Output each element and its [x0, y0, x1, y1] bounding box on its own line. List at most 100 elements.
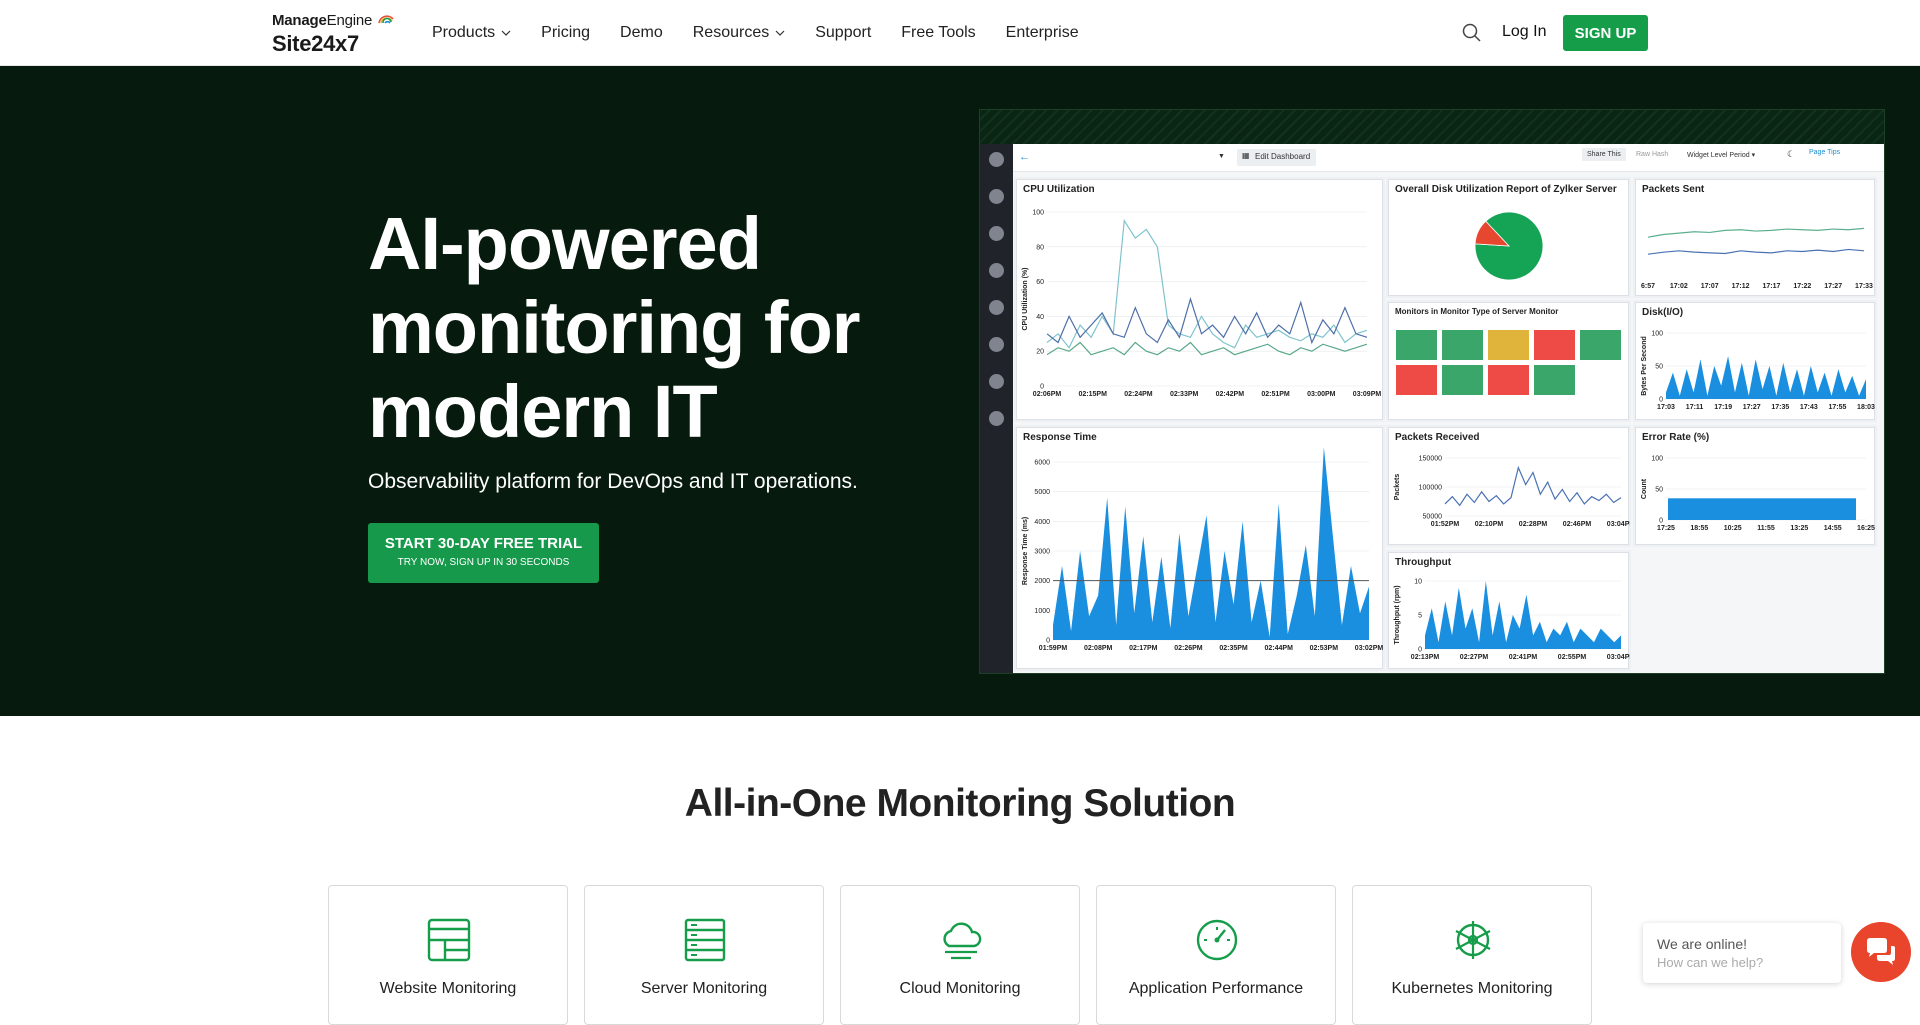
- y-tick-label: 0: [1659, 397, 1663, 404]
- signup-button[interactable]: SIGN UP: [1563, 15, 1648, 51]
- menu-enterprise[interactable]: Enterprise: [1006, 24, 1079, 42]
- x-tick-label: 01:52PM: [1431, 521, 1460, 528]
- x-tick-label: 17:43: [1800, 404, 1818, 411]
- menu-resources[interactable]: Resources: [693, 24, 785, 42]
- x-tick-label: 03:00PM: [1307, 391, 1336, 398]
- hero-headline: AI-powered monitoring for modern IT: [368, 202, 861, 453]
- y-tick-label: 3000: [1034, 549, 1050, 556]
- share-button[interactable]: Share This: [1582, 148, 1626, 161]
- y-axis-label: CPU Utilization (%): [1022, 268, 1029, 331]
- section-title: All-in-One Monitoring Solution: [684, 782, 1236, 825]
- edit-dashboard-button[interactable]: ▦ Edit Dashboard: [1237, 149, 1317, 166]
- x-tick-label: 18:55: [1690, 525, 1708, 532]
- y-tick-label: 80: [1036, 244, 1044, 251]
- card-label: Server Monitoring: [640, 980, 768, 997]
- site24x7-logo[interactable]: ManageEngine Site24x7: [272, 9, 402, 57]
- sidebar-nav-icon: [989, 152, 1004, 167]
- x-tick-label: 17:55: [1828, 404, 1846, 411]
- login-link[interactable]: Log In: [1502, 23, 1546, 41]
- error-rate-widget: Error Rate (%) 100 50 0 17:25 18:55 10:25 11:5…: [1635, 427, 1875, 545]
- error-rate-chart: 100 50 017:25 18:55 10:25 11:55 13:25 14:55 16:2…: [1641, 456, 1875, 533]
- y-axis-label: Throughput (rpm): [1394, 585, 1401, 644]
- x-tick-label: 03:04PM: [1607, 654, 1630, 661]
- card-label: Kubernetes Monitoring: [1391, 980, 1553, 997]
- search-icon[interactable]: [1461, 22, 1483, 44]
- grid-icon: ▦: [1242, 151, 1250, 160]
- x-tick-label: 03:04PM: [1607, 521, 1630, 528]
- y-tick-label: 100: [1651, 331, 1663, 338]
- sidebar-nav-icon: [989, 300, 1004, 315]
- card-server-monitoring[interactable]: Server Monitoring: [584, 885, 824, 1025]
- x-tick-label: 01:59PM: [1039, 645, 1068, 652]
- monitor-status-tile: [1488, 330, 1529, 360]
- period-select[interactable]: Widget Level Period ▾: [1687, 151, 1755, 159]
- cloud-monitor-icon: [943, 922, 982, 960]
- x-tick-label: 02:15PM: [1079, 391, 1108, 398]
- x-tick-label: 6:57: [1641, 283, 1655, 290]
- free-trial-button[interactable]: START 30-DAY FREE TRIAL TRY NOW, SIGN UP…: [368, 523, 599, 583]
- back-arrow-icon[interactable]: ←: [1019, 151, 1030, 163]
- page-tips-link[interactable]: Page Tips: [1809, 149, 1840, 156]
- sidebar-nav-icon: [989, 263, 1004, 278]
- cpu-chart: 100 80 60 40 20 002:06PM 02:15PM 02:24PM 02:33PM…: [1022, 210, 1381, 399]
- x-tick-label: 17:22: [1793, 283, 1811, 290]
- card-kubernetes-monitoring[interactable]: Kubernetes Monitoring: [1352, 885, 1592, 1025]
- monitor-status-tile: [1488, 365, 1529, 395]
- packets-sent-line: [1647, 227, 1865, 238]
- raw-hash-toggle[interactable]: Raw Hash: [1636, 151, 1668, 158]
- logo-site24x7: Site24x7: [272, 31, 359, 56]
- x-tick-label: 11:55: [1757, 525, 1775, 532]
- menu-demo[interactable]: Demo: [620, 24, 663, 42]
- y-tick-label: 4000: [1034, 519, 1050, 526]
- response-time-chart: 6000 5000 4000 3000 2000 1000 001:59PM 02:08PM 0…: [1022, 447, 1383, 652]
- x-tick-label: 02:24PM: [1124, 391, 1153, 398]
- x-tick-label: 17:11: [1686, 404, 1704, 411]
- dashboard-sidebar: [980, 144, 1013, 673]
- chat-launcher-button[interactable]: [1851, 922, 1911, 982]
- y-tick-label: 6000: [1034, 460, 1050, 467]
- monitors-widget: Monitors in Monitor Type of Server Monit…: [1388, 302, 1629, 420]
- dashboard-content: ← ▼ ▦ Edit Dashboard Share This Raw Hash …: [1013, 144, 1884, 673]
- menu-free-tools[interactable]: Free Tools: [901, 24, 975, 42]
- monitor-status-tile: [1396, 330, 1437, 360]
- card-application-performance[interactable]: Application Performance: [1096, 885, 1336, 1025]
- menu-products[interactable]: Products: [432, 24, 511, 42]
- x-tick-label: 02:13PM: [1411, 654, 1440, 661]
- sidebar-nav-icon: [989, 337, 1004, 352]
- response-time-area: [1053, 447, 1369, 640]
- y-tick-label: 0: [1046, 638, 1050, 645]
- y-tick-label: 100: [1032, 210, 1044, 217]
- chat-greeting[interactable]: We are online! How can we help?: [1643, 923, 1841, 983]
- y-tick-label: 150000: [1419, 456, 1442, 463]
- y-tick-label: 5000: [1034, 489, 1050, 496]
- x-tick-label: 02:46PM: [1563, 521, 1592, 528]
- packets-sent-line: [1647, 248, 1865, 255]
- card-cloud-monitoring[interactable]: Cloud Monitoring: [840, 885, 1080, 1025]
- chat-prompt: How can we help?: [1657, 955, 1764, 970]
- disk-io-chart: 100 50 017:03 17:11 17:19 17:27 17:35 17:43 17:5…: [1641, 331, 1875, 412]
- website-monitor-icon: [427, 918, 471, 962]
- sidebar-nav-icon: [989, 226, 1004, 241]
- x-tick-label: 13:25: [1790, 525, 1808, 532]
- cta-main-label: START 30-DAY FREE TRIAL: [384, 535, 583, 552]
- dark-mode-icon[interactable]: ☾: [1787, 149, 1795, 160]
- x-tick-label: 17:19: [1714, 404, 1732, 411]
- chevron-down-icon: [501, 30, 511, 36]
- card-website-monitoring[interactable]: Website Monitoring: [328, 885, 568, 1025]
- sidebar-nav-icon: [989, 189, 1004, 204]
- disk-io-widget: Disk(I/O) 100 50 0 17:03 17:11 17:19 17:27 17:3…: [1635, 302, 1875, 420]
- throughput-chart: 10 5 002:13PM 02:27PM 02:41PM 02:55PM 03:04PM T…: [1394, 579, 1630, 662]
- y-tick-label: 50: [1655, 487, 1663, 494]
- throughput-widget: Throughput 10 5 0 02:13PM 02:27PM 02:41PM 02:5…: [1388, 552, 1630, 669]
- dropdown-arrow-icon[interactable]: ▼: [1218, 153, 1225, 160]
- menu-pricing[interactable]: Pricing: [541, 24, 590, 42]
- x-tick-label: 18:03: [1857, 404, 1875, 411]
- x-tick-label: 02:10PM: [1475, 521, 1504, 528]
- card-label: Application Performance: [1128, 980, 1304, 997]
- x-tick-label: 02:08PM: [1084, 645, 1113, 652]
- x-tick-label: 02:17PM: [1129, 645, 1158, 652]
- error-rate-bar: [1668, 498, 1856, 520]
- y-tick-label: 2000: [1034, 578, 1050, 585]
- menu-support[interactable]: Support: [815, 24, 871, 42]
- packets-sent-chart: 6:57 17:02 17:07 17:12 17:17 17:22 17:27 17:33: [1641, 227, 1873, 290]
